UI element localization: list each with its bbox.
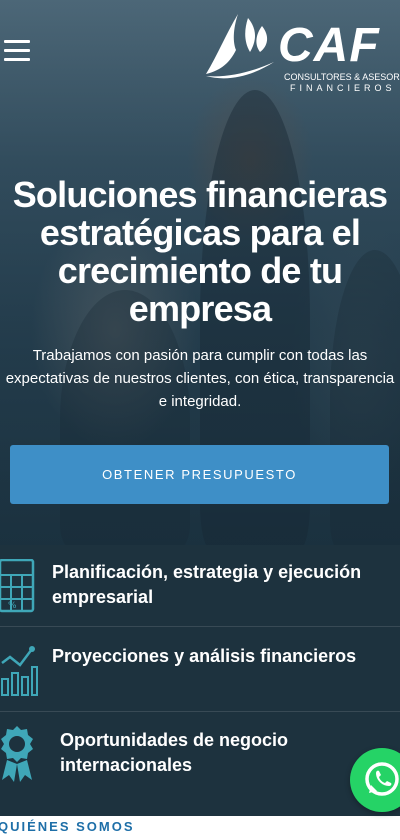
logo-brand: CAF	[278, 19, 380, 72]
service-item[interactable]: Oportunidades de negocio internacionales	[0, 712, 400, 816]
service-label: Proyecciones y análisis financieros	[52, 646, 357, 666]
logo-swoosh-icon	[206, 14, 274, 79]
logo-subtitle-2: FINANCIEROS	[290, 83, 396, 93]
get-quote-button[interactable]: OBTENER PRESUPUESTO	[10, 445, 389, 504]
whatsapp-button[interactable]	[350, 748, 400, 812]
service-item[interactable]: % Planificación, estrategia y ejecución …	[0, 545, 400, 627]
service-label: Oportunidades de negocio internacionales	[60, 730, 289, 775]
hero-description: Trabajamos con pasión para cumplir con t…	[5, 347, 395, 410]
calculator-icon: %	[0, 559, 35, 613]
logo-subtitle-1: CONSULTORES & ASESORES	[284, 72, 400, 82]
award-ribbon-icon	[1, 726, 33, 782]
bar-chart-icon	[1, 646, 38, 696]
svg-text:%: %	[8, 601, 17, 611]
service-item[interactable]: Proyecciones y análisis financieros	[0, 627, 400, 712]
service-label: Planificación, estrategia y ejecución em…	[52, 562, 362, 607]
hamburger-menu-icon[interactable]	[4, 40, 30, 64]
hero-title: Soluciones financieras estratégicas para…	[12, 174, 388, 329]
about-heading: QUIÉNES SOMOS	[0, 819, 135, 834]
services-list: % Planificación, estrategia y ejecución …	[0, 545, 400, 816]
whatsapp-icon	[365, 762, 399, 796]
about-section: QUIÉNES SOMOS	[0, 816, 400, 840]
caf-logo[interactable]: CAF CONSULTORES & ASESORES FINANCIEROS	[204, 12, 400, 93]
